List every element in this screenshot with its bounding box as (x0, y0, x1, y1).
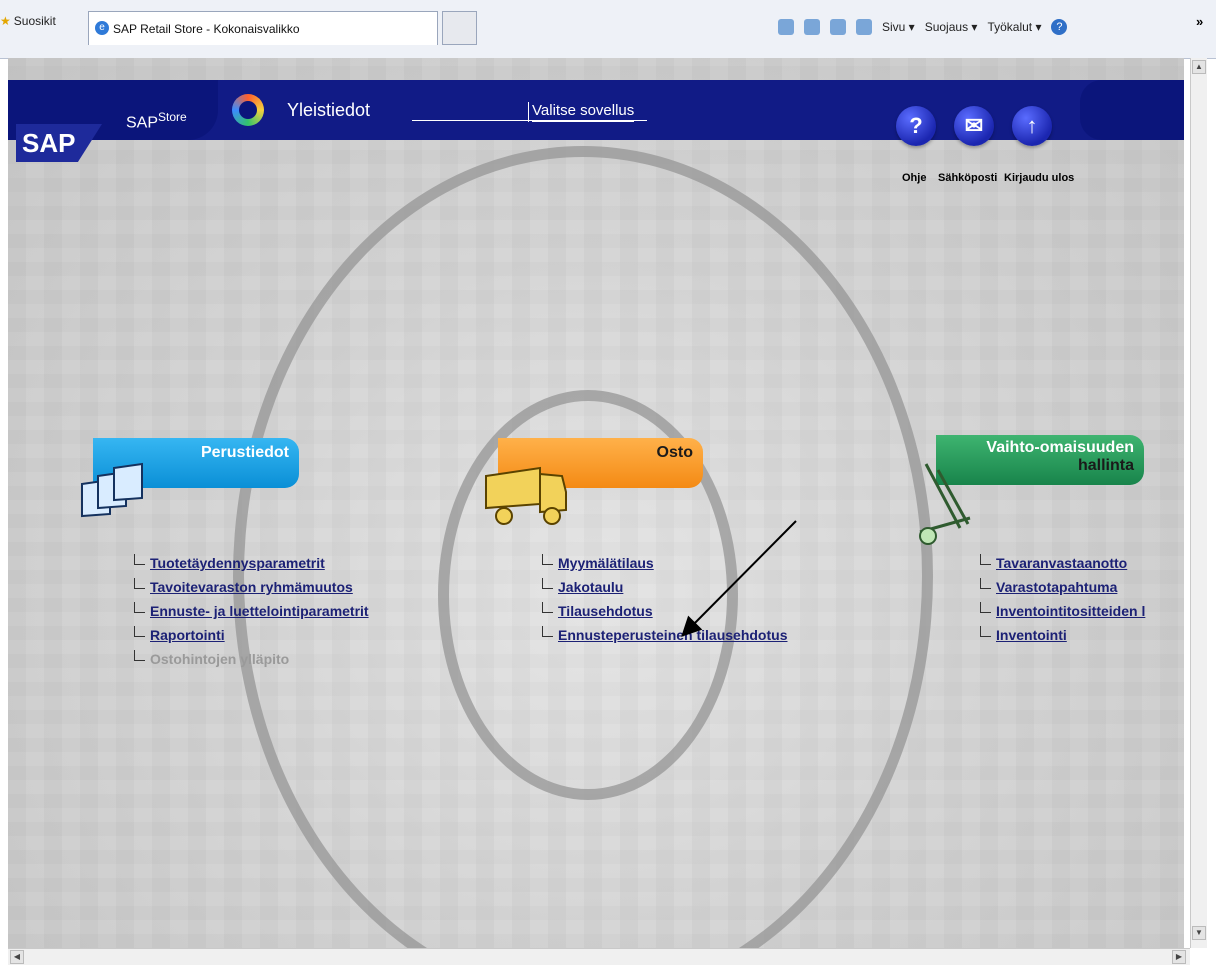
link-tavaranvastaanotto[interactable]: Tavaranvastaanotto (996, 555, 1127, 571)
link-ennusteperusteinen-tilausehdotus[interactable]: Ennusteperusteinen tilausehdotus (558, 627, 787, 643)
hand-truck-icon (919, 463, 971, 545)
link-myymalatilaus[interactable]: Myymälätilaus (558, 555, 654, 571)
favorites-label: Suosikit (13, 14, 56, 28)
scroll-up-icon[interactable]: ▲ (1192, 60, 1206, 74)
osto-links: Myymälätilaus Jakotaulu Tilausehdotus En… (538, 554, 787, 651)
tab-title: SAP Retail Store - Kokonaisvalikko (113, 22, 300, 36)
scroll-left-icon[interactable]: ◀ (10, 950, 24, 964)
list-item: Inventointi (976, 626, 1145, 651)
help-button[interactable]: ? (896, 106, 936, 146)
list-item: Inventointitositteiden l (976, 602, 1145, 627)
section-title-line1: Vaihto-omaisuuden (986, 439, 1134, 456)
list-item: Ennuste- ja luettelointiparametrit (130, 602, 369, 627)
horizontal-scrollbar[interactable]: ◀ ▶ (8, 948, 1190, 965)
read-mail-icon[interactable] (830, 19, 846, 35)
menu-tyokalut[interactable]: Työkalut ▾ (987, 20, 1041, 34)
list-item: Jakotaulu (538, 578, 787, 603)
ie-icon: e (95, 21, 109, 35)
list-item: Myymälätilaus (538, 554, 787, 579)
logout-label[interactable]: Kirjaudu ulos (1004, 172, 1074, 184)
vaihto-omaisuus-links: Tavaranvastaanotto Varastotapahtuma Inve… (976, 554, 1145, 651)
list-item: Raportointi (130, 626, 369, 651)
browser-tab[interactable]: e SAP Retail Store - Kokonaisvalikko (88, 11, 438, 45)
email-button[interactable]: ✉ (954, 106, 994, 146)
list-item: Varastotapahtuma (976, 578, 1145, 603)
page-title: Yleistiedot (287, 100, 371, 120)
link-jakotaulu[interactable]: Jakotaulu (558, 579, 623, 595)
command-bar: Sivu ▾ Suojaus ▾ Työkalut ▾ ? (778, 14, 1068, 40)
link-tilausehdotus[interactable]: Tilausehdotus (558, 603, 653, 619)
link-inventointitositteiden[interactable]: Inventointitositteiden l (996, 603, 1145, 619)
list-item: Tilausehdotus (538, 602, 787, 627)
header-right-cap (1080, 80, 1184, 140)
menu-sivu[interactable]: Sivu ▾ (882, 20, 915, 34)
feeds-icon[interactable] (804, 19, 820, 35)
print-icon[interactable] (856, 19, 872, 35)
favorites-button[interactable]: ★ Suosikit (0, 14, 56, 28)
link-raportointi[interactable]: Raportointi (150, 627, 225, 643)
list-item: Tuotetäydennysparametrit (130, 554, 369, 579)
section-title-perustiedot: Perustiedot (200, 444, 289, 461)
sap-store-label: SAPStore (126, 110, 187, 132)
mail-icon: ✉ (964, 113, 984, 138)
sap-store-sub: Store (158, 110, 187, 124)
overflow-chevron-icon[interactable]: » (1196, 14, 1203, 29)
logout-button[interactable]: ↑ (1012, 106, 1052, 146)
new-tab-button[interactable] (442, 11, 477, 45)
browser-command-bar: ★ Suosikit e SAP Retail Store - Kokonaisv… (0, 0, 1216, 59)
page-content: SAPStore SAP Yleistiedot Valitse sovellu… (8, 58, 1184, 948)
truck-icon (485, 466, 567, 525)
app-swirl-icon (232, 94, 264, 126)
home-icon[interactable] (778, 19, 794, 35)
section-title-osto: Osto (656, 444, 693, 461)
perustiedot-links: Tuotetäydennysparametrit Tavoitevaraston… (130, 554, 369, 675)
list-item: Tavaranvastaanotto (976, 554, 1145, 579)
link-inventointi[interactable]: Inventointi (996, 627, 1067, 643)
up-arrow-icon: ↑ (1026, 113, 1038, 138)
link-varastotapahtuma[interactable]: Varastotapahtuma (996, 579, 1117, 595)
email-label[interactable]: Sähköposti (938, 172, 997, 184)
list-item: Ennusteperusteinen tilausehdotus (538, 626, 787, 651)
link-ostohintojen-yllapito: Ostohintojen ylläpito (150, 651, 290, 667)
link-tuotetaydennysparametrit[interactable]: Tuotetäydennysparametrit (150, 555, 325, 571)
link-ennuste-ja-luettelointiparametrit[interactable]: Ennuste- ja luettelointiparametrit (150, 603, 369, 619)
menu-suojaus[interactable]: Suojaus ▾ (925, 20, 978, 34)
vertical-scrollbar[interactable]: ▲ ▼ (1190, 58, 1207, 948)
scroll-down-icon[interactable]: ▼ (1192, 926, 1206, 940)
question-icon: ? (909, 113, 923, 138)
folders-icon (81, 462, 143, 518)
help-icon[interactable]: ? (1051, 19, 1068, 35)
list-item: Tavoitevaraston ryhmämuutos (130, 578, 369, 603)
select-application-link[interactable]: Valitse sovellus (528, 102, 634, 122)
scroll-right-icon[interactable]: ▶ (1172, 950, 1186, 964)
help-label[interactable]: Ohje (902, 172, 926, 184)
list-item: Ostohintojen ylläpito (130, 650, 369, 675)
star-icon: ★ (0, 14, 11, 28)
link-tavoitevaraston-ryhmamuutos[interactable]: Tavoitevaraston ryhmämuutos (150, 579, 353, 595)
sap-store-text: SAP (126, 114, 159, 132)
